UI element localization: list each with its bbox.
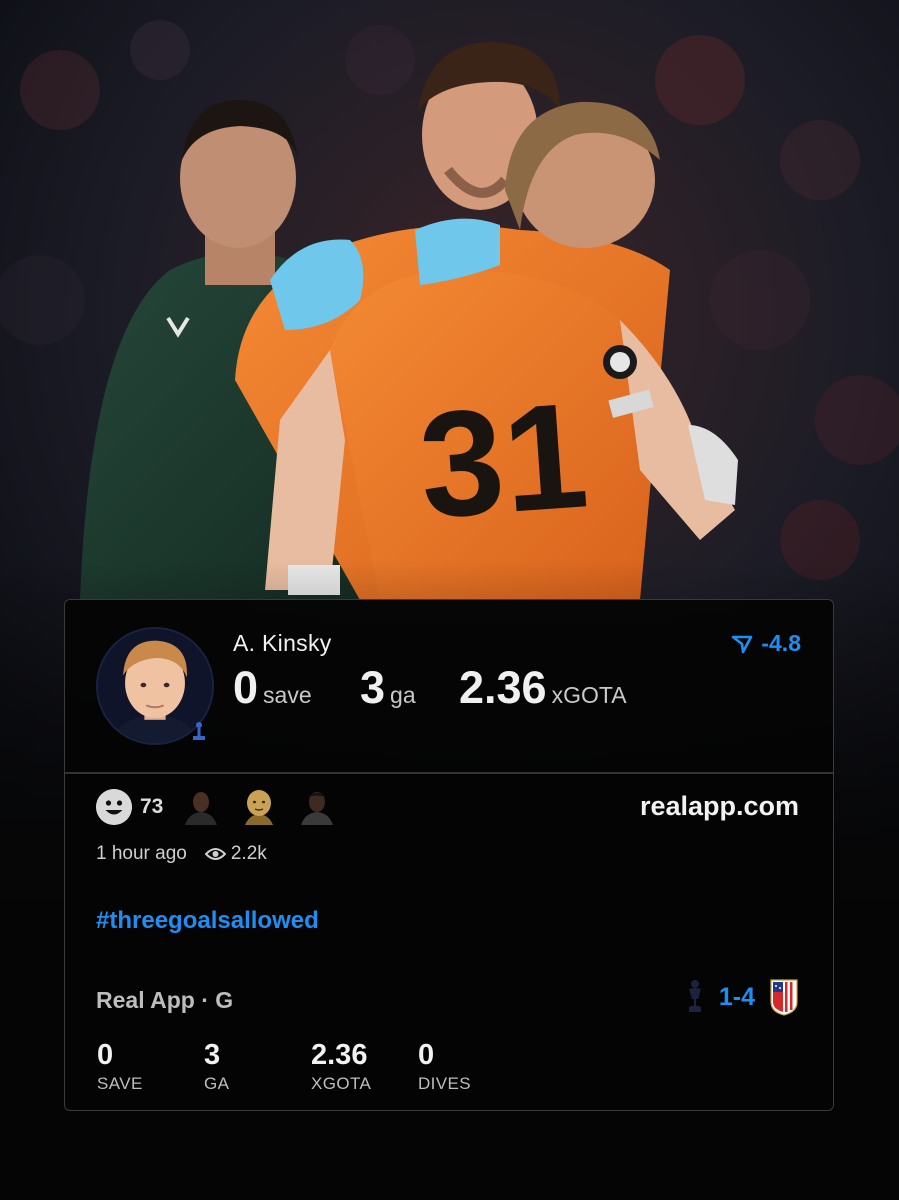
site-link[interactable]: realapp.com (640, 791, 799, 822)
headline-stat-value: 0 (233, 662, 259, 713)
headline-stat-value: 2.36 (459, 662, 547, 713)
eye-icon (204, 848, 226, 860)
club-badge-icon (193, 722, 205, 740)
bottom-stat-value: 0 (97, 1039, 114, 1071)
trend-down-icon (732, 635, 753, 653)
headline-stat-label: xGOTA (551, 682, 627, 708)
match-score[interactable]: 1-4 (685, 978, 799, 1016)
reactor-avatar[interactable] (239, 789, 279, 825)
reaction-count: 73 (140, 795, 164, 818)
view-count: 2.2k (230, 843, 267, 864)
post-meta: 1 hour ago 2.2k (96, 843, 267, 865)
tottenham-crest-icon (688, 980, 701, 1012)
bottom-stat-value: 2.36 (311, 1039, 368, 1071)
bottom-stat-saves: 0 SAVE (97, 1040, 143, 1094)
post-time: 1 hour ago (96, 843, 187, 864)
reactor-avatar[interactable] (181, 789, 221, 825)
source-label[interactable]: Real App · G (96, 987, 233, 1014)
rating-delta: -4.8 (731, 630, 801, 657)
reactor-avatar[interactable] (297, 789, 337, 825)
bottom-stat-xgota: 2.36 XGOTA (311, 1040, 371, 1094)
headline-stat-ga: 3 ga (360, 662, 416, 714)
bottom-stat-value: 3 (204, 1039, 221, 1071)
headline-stat-value: 3 (360, 662, 386, 713)
reactions-bar[interactable]: 73 (96, 789, 355, 825)
score-value: 1-4 (718, 982, 755, 1011)
bottom-stat-dives: 0 DIVES (418, 1040, 471, 1094)
bottom-stat-ga: 3 GA (204, 1040, 229, 1094)
atletico-crest-icon (770, 979, 798, 1016)
headline-stat-label: save (263, 682, 312, 708)
svg-text:31: 31 (414, 370, 592, 549)
bottom-stat-label: XGOTA (311, 1074, 372, 1093)
bottom-stat-label: DIVES (418, 1074, 472, 1093)
bottom-stat-value: 0 (418, 1039, 435, 1071)
player-name[interactable]: A. Kinsky (233, 630, 332, 657)
bottom-stat-label: SAVE (97, 1074, 143, 1093)
delta-value: -4.8 (761, 630, 801, 656)
bottom-stat-label: GA (204, 1074, 230, 1093)
card-divider (65, 772, 833, 774)
smile-icon[interactable] (96, 789, 132, 825)
headline-stat-saves: 0 save (233, 662, 312, 714)
headline-stat-xgota: 2.36 xGOTA (459, 662, 627, 714)
hashtag-link[interactable]: #threegoalsallowed (96, 907, 319, 935)
post-card[interactable]: A. Kinsky 0save 3ga 2.36xGOTA -4.8 73 (64, 599, 834, 1111)
headline-stat-label: ga (390, 682, 416, 708)
